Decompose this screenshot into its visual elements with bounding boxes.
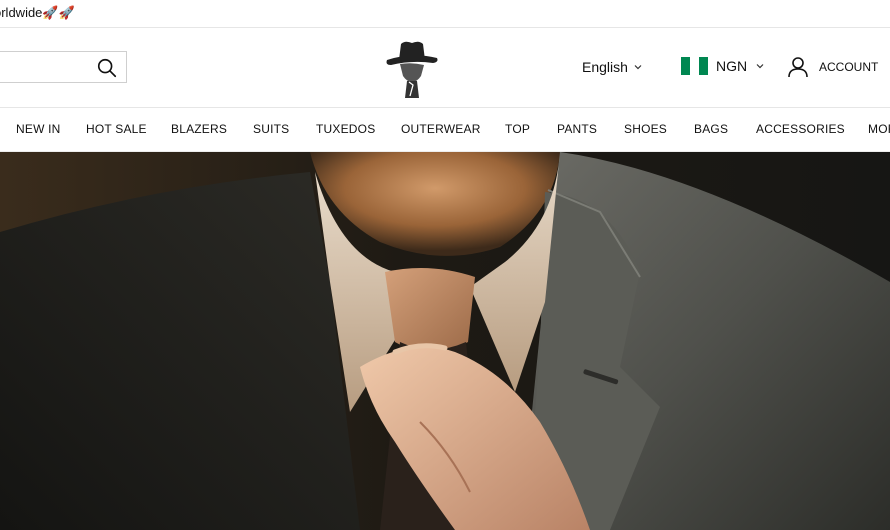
nav-item-blazers[interactable]: BLAZERS	[171, 122, 227, 136]
nav-item-bags[interactable]: BAGS	[694, 122, 728, 136]
nav-item-accessories[interactable]: ACCESSORIES	[756, 122, 845, 136]
account-label: ACCOUNT	[819, 60, 879, 74]
currency-selector[interactable]: NGN	[681, 57, 765, 75]
search-icon[interactable]	[96, 57, 118, 79]
nav-item-suits[interactable]: SUITS	[253, 122, 289, 136]
search-input[interactable]	[0, 52, 99, 82]
search-box	[0, 51, 127, 83]
account-link[interactable]: ACCOUNT	[787, 56, 878, 78]
nigeria-flag-icon	[681, 57, 708, 75]
nav-item-tuxedos[interactable]: TUXEDOS	[316, 122, 375, 136]
language-label: English	[582, 59, 628, 75]
user-icon	[788, 57, 808, 78]
nav-item-outerwear[interactable]: OUTERWEAR	[401, 122, 481, 136]
nav-item-top[interactable]: TOP	[505, 122, 530, 136]
nav-item-hot-sale[interactable]: HOT SALE	[86, 122, 147, 136]
language-selector[interactable]: English	[582, 59, 643, 75]
hero-banner[interactable]	[0, 152, 890, 530]
hat-figure-logo[interactable]	[383, 38, 441, 98]
chevron-down-icon	[634, 65, 642, 70]
currency-code: NGN	[716, 58, 748, 74]
nav-item-new-in[interactable]: NEW IN	[16, 122, 61, 136]
nav-item-more[interactable]: MORE	[868, 122, 890, 136]
announcement-bar: orldwide🚀🚀	[0, 0, 890, 28]
main-navigation: NEW IN HOT SALE BLAZERS SUITS TUXEDOS OU…	[0, 108, 890, 152]
hero-image	[0, 152, 890, 530]
site-header: English NGN ACCOUNT	[0, 28, 890, 108]
nav-item-shoes[interactable]: SHOES	[624, 122, 667, 136]
chevron-down-icon	[756, 64, 764, 69]
nav-item-pants[interactable]: PANTS	[557, 122, 597, 136]
announcement-text: orldwide🚀🚀	[0, 5, 75, 20]
